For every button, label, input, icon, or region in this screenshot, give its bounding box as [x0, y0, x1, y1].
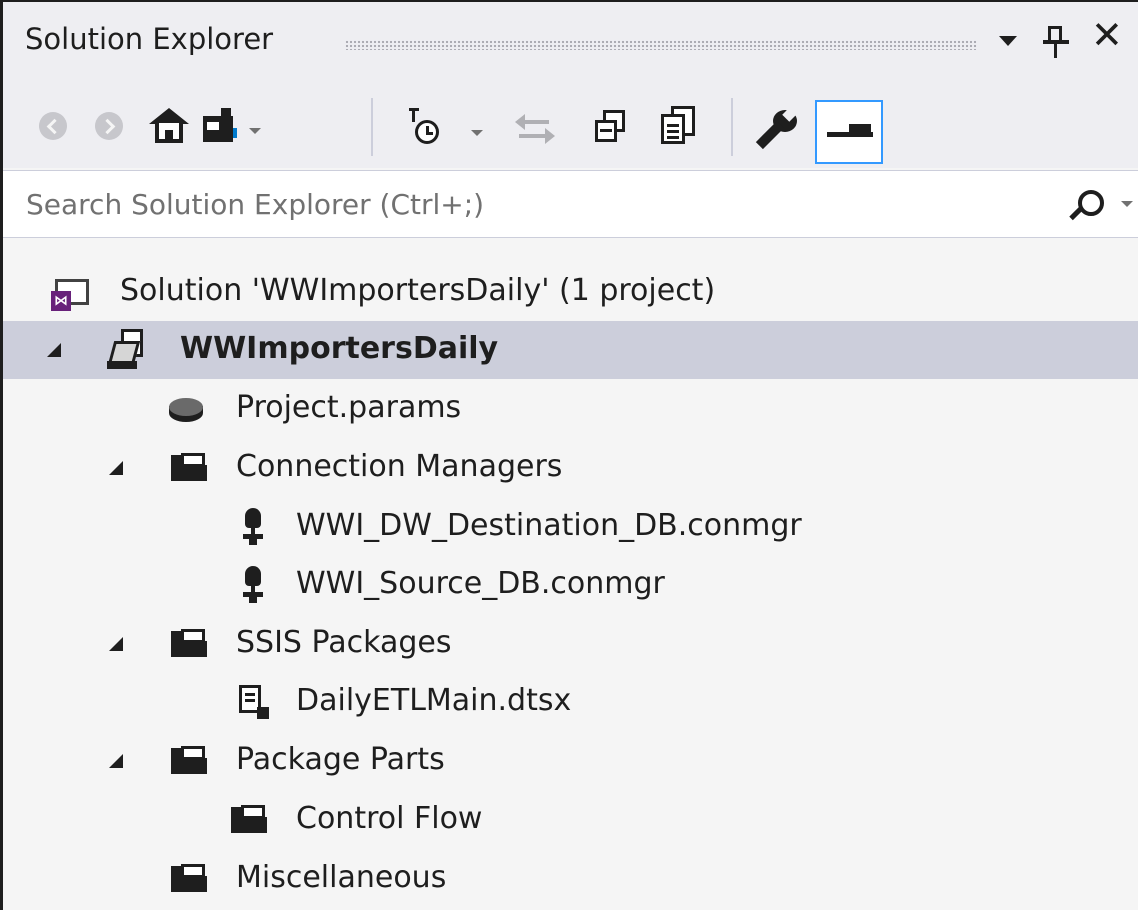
- preview-selected-items-button[interactable]: [815, 100, 883, 164]
- tree-node-connection-managers[interactable]: Connection Managers: [3, 439, 1138, 497]
- close-icon: ✕: [1091, 13, 1123, 57]
- tree-node-label: Project.params: [236, 390, 462, 425]
- back-button[interactable]: [39, 112, 67, 140]
- folder-icon: [171, 629, 207, 657]
- window-title: Solution Explorer: [25, 22, 274, 56]
- filter-dropdown-icon: [471, 130, 483, 136]
- tree-node-label: Miscellaneous: [236, 860, 447, 895]
- auto-hide-pin-button[interactable]: [1039, 20, 1073, 60]
- show-all-files-button[interactable]: [659, 106, 699, 148]
- tree-node-project-params[interactable]: Project.params: [3, 380, 1138, 438]
- folder-icon: [171, 453, 207, 481]
- connection-manager-icon: [241, 508, 267, 546]
- switch-views-dropdown-icon: [249, 128, 261, 134]
- pending-changes-filter-button[interactable]: [403, 106, 493, 150]
- solution-icon: ⋈: [51, 279, 91, 311]
- tree-node-project[interactable]: WWImportersDaily: [3, 321, 1138, 379]
- expand-collapse-icon[interactable]: [47, 343, 61, 357]
- expand-collapse-icon[interactable]: [109, 637, 123, 651]
- properties-button[interactable]: [755, 106, 801, 150]
- tree-node-connection-manager[interactable]: WWI_DW_Destination_DB.conmgr: [3, 498, 1138, 556]
- window-position-dropdown-button[interactable]: [991, 20, 1025, 60]
- tree-node-miscellaneous[interactable]: Miscellaneous: [3, 850, 1138, 908]
- tree-node-label: SSIS Packages: [236, 625, 452, 660]
- switch-views-button[interactable]: [203, 108, 275, 148]
- tree-node-label: Control Flow: [296, 801, 483, 836]
- tree-node-connection-manager[interactable]: WWI_Source_DB.conmgr: [3, 556, 1138, 614]
- ssis-project-icon: [107, 329, 149, 371]
- search-input[interactable]: [3, 171, 1043, 237]
- collapse-all-button[interactable]: [593, 110, 629, 146]
- tree-node-control-flow[interactable]: Control Flow: [3, 791, 1138, 849]
- tree-node-solution[interactable]: ⋈ Solution 'WWImportersDaily' (1 project…: [3, 263, 1138, 321]
- folder-icon: [171, 864, 207, 892]
- search-options-dropdown-icon[interactable]: [1121, 201, 1133, 207]
- expand-collapse-icon[interactable]: [109, 461, 123, 475]
- close-button[interactable]: ✕: [1091, 16, 1125, 60]
- parameters-icon: [169, 396, 205, 426]
- solution-tree: ⋈ Solution 'WWImportersDaily' (1 project…: [3, 238, 1138, 910]
- tree-node-package[interactable]: DailyETLMain.dtsx: [3, 673, 1138, 731]
- tree-node-label: Connection Managers: [236, 449, 563, 484]
- title-bar: Solution Explorer ✕: [3, 2, 1138, 88]
- tree-node-label: WWI_DW_Destination_DB.conmgr: [296, 508, 802, 543]
- expand-collapse-icon[interactable]: [109, 754, 123, 768]
- search-box: [3, 170, 1138, 238]
- folder-icon: [171, 746, 207, 774]
- tree-node-label: DailyETLMain.dtsx: [296, 683, 572, 718]
- toolbar-separator: [371, 98, 373, 156]
- tree-node-label: Package Parts: [236, 742, 445, 777]
- toolbar: [3, 88, 1138, 168]
- forward-button[interactable]: [95, 112, 123, 140]
- tree-node-ssis-packages[interactable]: SSIS Packages: [3, 615, 1138, 673]
- drag-grip[interactable]: [345, 40, 977, 50]
- dtsx-package-icon: [237, 685, 269, 719]
- folder-icon: [231, 805, 267, 833]
- connection-manager-icon: [241, 566, 267, 604]
- home-button[interactable]: [149, 108, 189, 144]
- toolbar-separator: [731, 98, 733, 156]
- tree-node-label: WWI_Source_DB.conmgr: [296, 566, 665, 601]
- tree-node-label: Solution 'WWImportersDaily' (1 project): [120, 273, 716, 308]
- sync-active-document-button[interactable]: [515, 112, 555, 146]
- tree-node-package-parts[interactable]: Package Parts: [3, 732, 1138, 790]
- dropdown-arrow-icon: [999, 36, 1017, 46]
- tree-node-label: WWImportersDaily: [180, 331, 499, 366]
